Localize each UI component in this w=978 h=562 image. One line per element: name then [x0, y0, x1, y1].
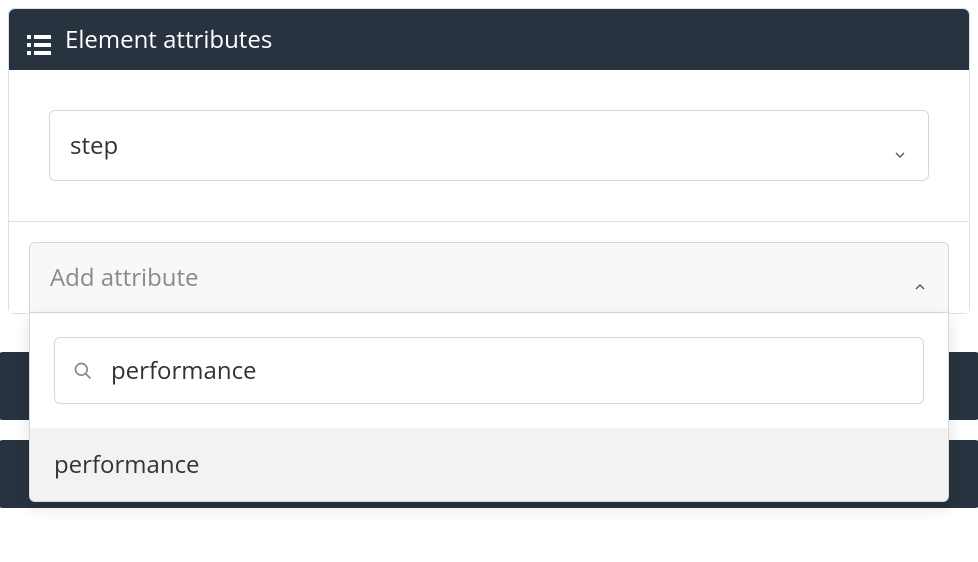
panel-header: Element attributes — [9, 9, 969, 70]
chevron-up-icon — [912, 270, 928, 286]
add-attribute-section: Add attribute — [9, 222, 969, 313]
add-attribute-dropdown: performance — [29, 313, 949, 502]
search-icon — [73, 361, 93, 381]
element-type-value: step — [70, 129, 118, 162]
attribute-search-box — [54, 337, 924, 404]
element-type-select[interactable]: step — [49, 110, 929, 181]
add-attribute-trigger[interactable]: Add attribute — [29, 242, 949, 313]
panel-title: Element attributes — [65, 23, 272, 56]
primary-select-section: step — [9, 70, 969, 222]
attribute-search-input[interactable] — [111, 354, 905, 387]
element-attributes-panel: Element attributes step Add attribute — [8, 8, 970, 314]
list-icon — [27, 30, 51, 50]
add-attribute-placeholder: Add attribute — [50, 261, 199, 294]
attribute-option[interactable]: performance — [30, 428, 948, 501]
add-attribute-combobox: Add attribute — [29, 242, 949, 313]
chevron-down-icon — [892, 138, 908, 154]
